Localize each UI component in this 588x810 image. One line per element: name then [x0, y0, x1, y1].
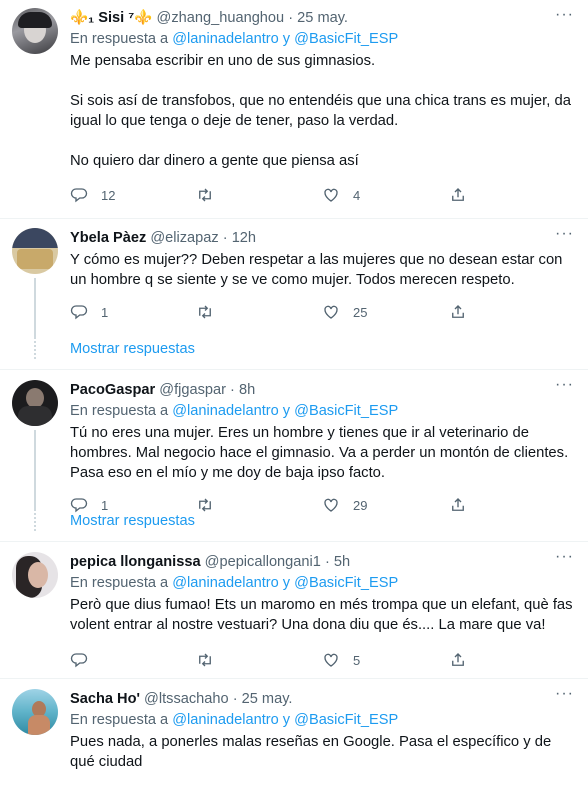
reply-context: En respuesta a @laninadelantro y @BasicF…	[70, 573, 574, 593]
avatar[interactable]	[12, 8, 58, 54]
reply-button[interactable]: 12	[70, 185, 196, 205]
share-button[interactable]	[449, 302, 480, 322]
avatar[interactable]	[12, 380, 58, 426]
avatar[interactable]	[12, 689, 58, 735]
tweet[interactable]: ⚜️₁ Sisi ⁷⚜️ @zhang_huanghou · 25 may. E…	[0, 0, 588, 219]
tweet-text: Me pensaba escribir en uno de sus gimnas…	[70, 53, 571, 169]
reply-context: En respuesta a @laninadelantro y @BasicF…	[70, 29, 574, 49]
retweet-button[interactable]	[196, 650, 322, 670]
show-replies-link[interactable]: Mostrar respuestas	[0, 329, 588, 370]
share-icon	[449, 186, 467, 204]
like-count: 4	[353, 187, 361, 203]
share-icon	[449, 303, 467, 321]
timestamp[interactable]: 12h	[232, 230, 256, 246]
like-icon	[322, 303, 340, 321]
reply-icon	[70, 186, 88, 204]
more-options-button[interactable]: ···	[555, 225, 574, 243]
display-name[interactable]: Ybela Pàez	[70, 230, 146, 246]
handle[interactable]: @elizapaz	[150, 230, 218, 246]
tweet[interactable]: PacoGaspar @fjgaspar · 8h En respuesta a…	[0, 370, 588, 513]
avatar[interactable]	[12, 228, 58, 274]
reply-to-link[interactable]: @laninadelantro y @BasicFit_ESP	[172, 31, 398, 47]
like-icon	[322, 186, 340, 204]
like-count: 5	[353, 652, 361, 668]
reply-prefix: En respuesta a	[70, 403, 173, 419]
tweet-text: Però que dius fumao! Ets un maromo en mé…	[70, 597, 577, 633]
like-button[interactable]: 4	[322, 185, 448, 205]
reply-count: 12	[101, 187, 116, 203]
show-replies-link[interactable]: Mostrar respuestas	[0, 501, 588, 542]
timestamp[interactable]: 5h	[334, 554, 350, 570]
reply-icon	[70, 303, 88, 321]
like-button[interactable]: 25	[322, 302, 448, 322]
action-bar: 5	[70, 650, 574, 670]
separator-dot: ·	[230, 382, 235, 398]
display-name[interactable]: pepica llonganissa	[70, 554, 201, 570]
display-name[interactable]: PacoGaspar	[70, 382, 155, 398]
tweet[interactable]: Sacha Ho' @ltssachaho · 25 may. En respu…	[0, 679, 588, 799]
timestamp[interactable]: 25 may.	[297, 10, 348, 26]
avatar[interactable]	[12, 552, 58, 598]
separator-dot: ·	[232, 691, 238, 707]
more-options-button[interactable]: ···	[555, 548, 574, 566]
display-name[interactable]: ⚜️₁ Sisi ⁷⚜️	[70, 10, 152, 26]
retweet-icon	[196, 186, 214, 204]
reply-prefix: En respuesta a	[70, 31, 173, 47]
tweet[interactable]: pepica llonganissa @pepicallongani1 · 5h…	[0, 542, 588, 679]
like-icon	[322, 651, 340, 669]
tweet-text: Tú no eres una mujer. Eres un hombre y t…	[70, 425, 573, 481]
handle[interactable]: @ltssachaho	[144, 691, 229, 707]
reply-to-link[interactable]: @laninadelantro y @BasicFit_ESP	[172, 712, 398, 728]
action-bar: 1 25	[70, 302, 574, 322]
show-replies-label[interactable]: Mostrar respuestas	[70, 513, 195, 529]
more-options-button[interactable]: ···	[555, 6, 574, 24]
separator-dot: ·	[288, 10, 294, 26]
reply-to-link[interactable]: @laninadelantro y @BasicFit_ESP	[172, 575, 398, 591]
separator-dot: ·	[324, 554, 330, 570]
reply-context: En respuesta a @laninadelantro y @BasicF…	[70, 710, 574, 730]
tweet-text: Pues nada, a ponerles malas reseñas en G…	[70, 734, 556, 770]
share-icon	[449, 651, 467, 669]
share-button[interactable]	[449, 650, 480, 670]
retweet-button[interactable]	[196, 302, 322, 322]
reply-context: En respuesta a @laninadelantro y @BasicF…	[70, 401, 574, 421]
more-options-button[interactable]: ···	[555, 376, 574, 394]
separator-dot: ·	[222, 230, 228, 246]
retweet-icon	[196, 303, 214, 321]
timestamp[interactable]: 8h	[239, 382, 255, 398]
handle[interactable]: @pepicallongani1	[205, 554, 321, 570]
show-replies-label[interactable]: Mostrar respuestas	[70, 341, 195, 357]
more-options-button[interactable]: ···	[555, 685, 574, 703]
tweet[interactable]: Ybela Pàez @elizapaz · 12h Y cómo es muj…	[0, 219, 588, 338]
display-name[interactable]: Sacha Ho'	[70, 691, 140, 707]
reply-to-link[interactable]: @laninadelantro y @BasicFit_ESP	[172, 403, 398, 419]
tweet-text: Y cómo es mujer?? Deben respetar a las m…	[70, 252, 567, 288]
retweet-icon	[196, 651, 214, 669]
timestamp[interactable]: 25 may.	[242, 691, 293, 707]
retweet-button[interactable]	[196, 185, 322, 205]
reply-button[interactable]: 1	[70, 302, 196, 322]
like-button[interactable]: 5	[322, 650, 448, 670]
like-count: 25	[353, 304, 368, 320]
reply-prefix: En respuesta a	[70, 575, 173, 591]
handle[interactable]: @fjgaspar	[159, 382, 226, 398]
share-button[interactable]	[449, 185, 480, 205]
action-bar: 12 4	[70, 185, 574, 205]
reply-count: 1	[101, 304, 109, 320]
reply-prefix: En respuesta a	[70, 712, 173, 728]
reply-button[interactable]	[70, 650, 196, 670]
reply-icon	[70, 651, 88, 669]
handle[interactable]: @zhang_huanghou	[157, 10, 285, 26]
